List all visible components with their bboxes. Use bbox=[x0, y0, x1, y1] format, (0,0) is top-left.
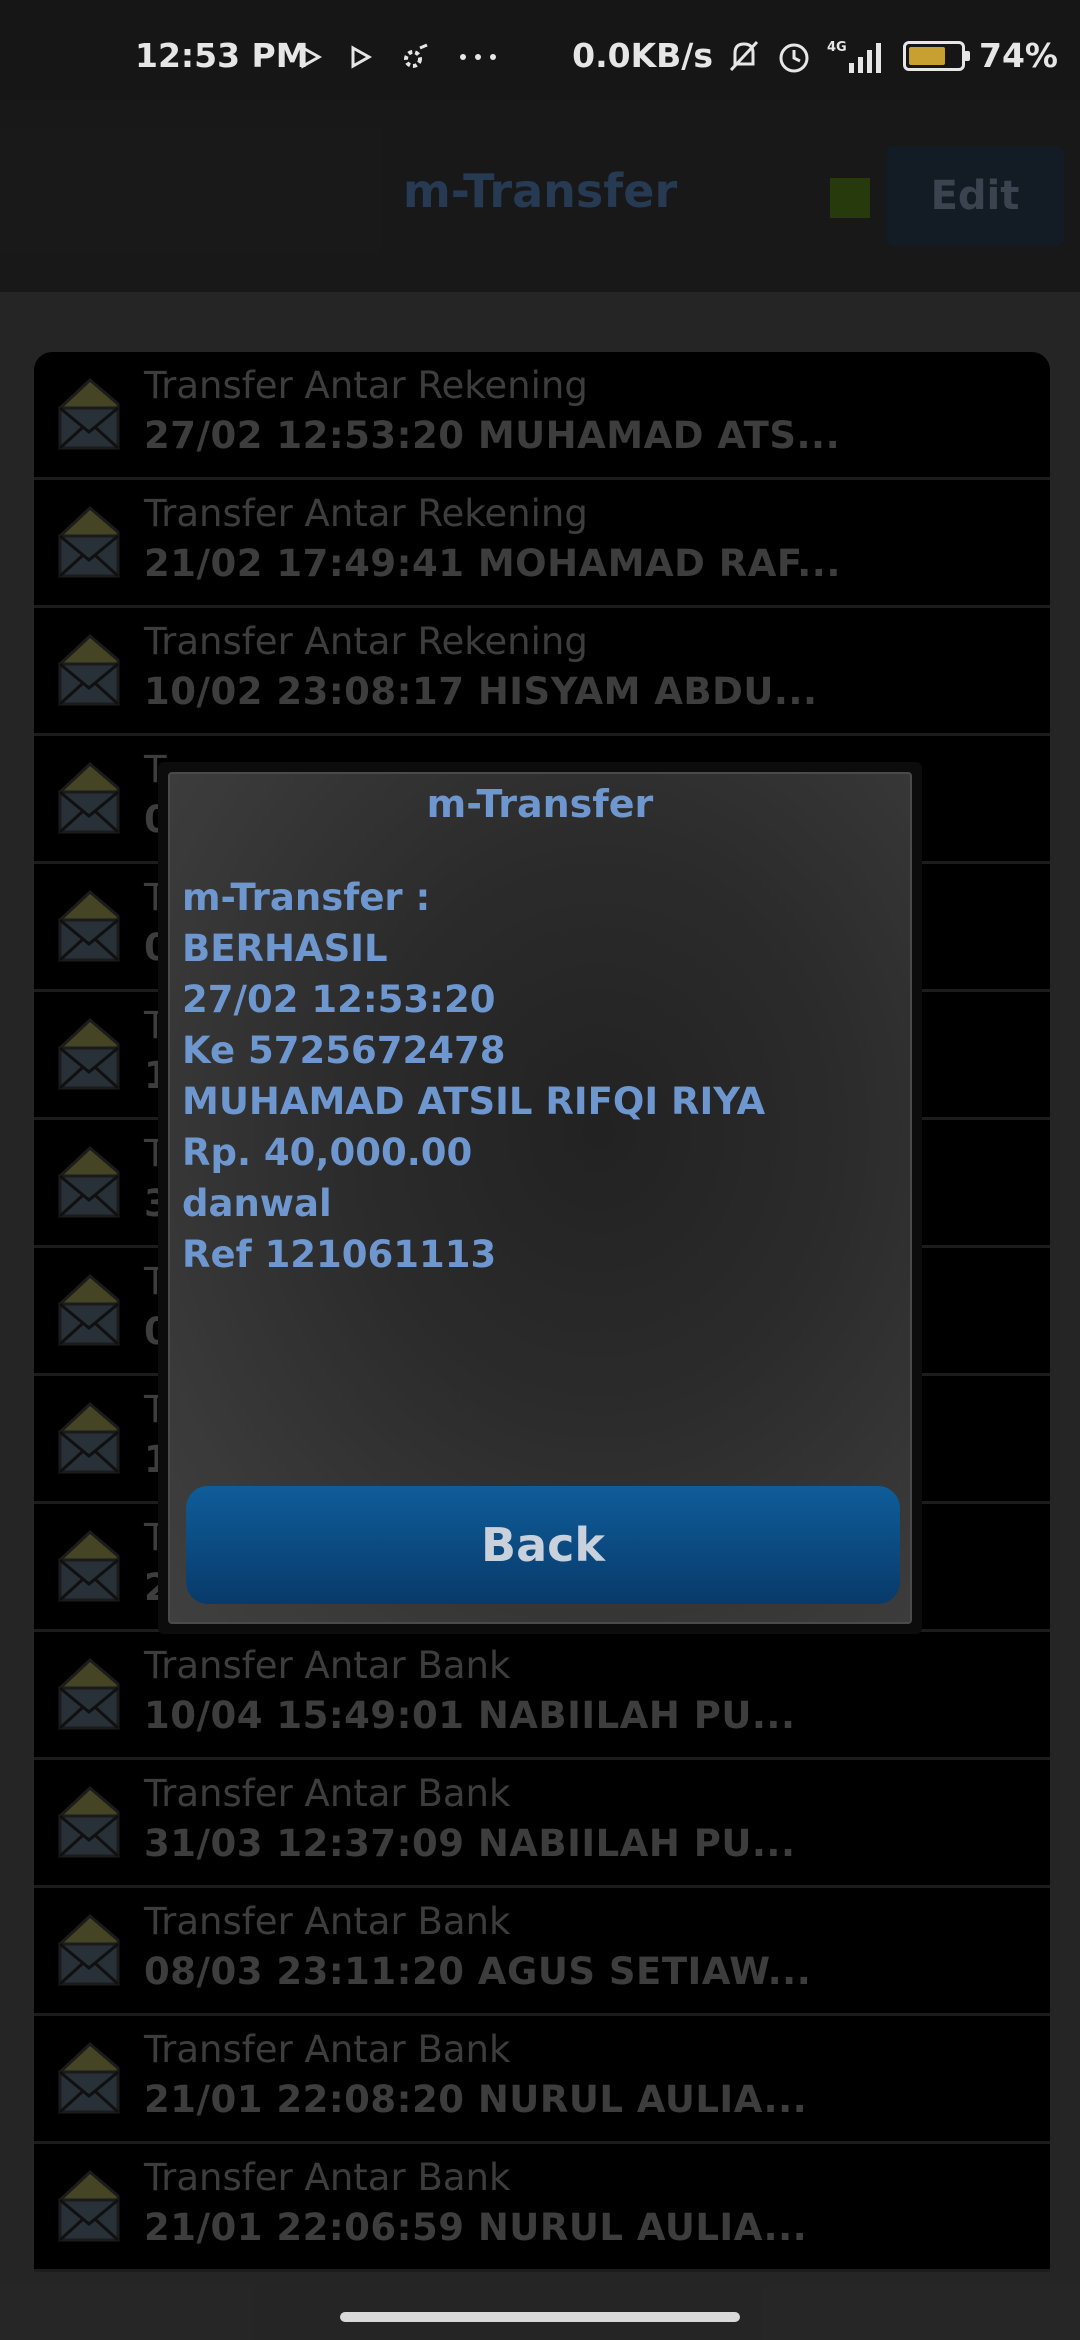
message-line: MUHAMAD ATSIL RIFQI RIYA bbox=[182, 1080, 766, 1123]
play-icon bbox=[301, 45, 322, 69]
dialog-message: m-Transfer : BERHASIL 27/02 12:53:20 Ke … bbox=[182, 872, 765, 1280]
home-indicator[interactable] bbox=[340, 2312, 740, 2322]
message-line: Ref 121061113 bbox=[182, 1233, 497, 1276]
more-dots-icon bbox=[460, 54, 496, 60]
play-icon bbox=[351, 45, 372, 69]
message-line: 27/02 12:53:20 bbox=[182, 978, 496, 1021]
notification-icons bbox=[300, 42, 498, 72]
settings-icon bbox=[404, 43, 428, 68]
status-right: 0.0KB/s 4G 74% bbox=[572, 36, 1058, 75]
dialog-title: m-Transfer bbox=[426, 782, 654, 826]
app-root: 12:53 PM 0.0KB/s 4G 74% m-Transfer Edit … bbox=[0, 0, 1080, 2340]
dialog-panel: m-Transfer m-Transfer : BERHASIL 27/02 1… bbox=[168, 772, 912, 1624]
alarm-icon bbox=[779, 43, 809, 72]
signal-icon: 4G bbox=[827, 40, 881, 73]
mute-bell-icon bbox=[729, 40, 759, 71]
net-speed: 0.0KB/s bbox=[572, 36, 713, 75]
battery-icon bbox=[903, 40, 970, 71]
message-line: BERHASIL bbox=[182, 927, 388, 970]
status-time: 12:53 PM bbox=[135, 36, 309, 75]
network-type: 4G bbox=[827, 40, 847, 55]
result-dialog: m-Transfer m-Transfer : BERHASIL 27/02 1… bbox=[158, 762, 922, 1634]
message-line: danwal bbox=[182, 1182, 332, 1225]
message-line: Rp. 40,000.00 bbox=[182, 1131, 473, 1174]
battery-percent: 74% bbox=[979, 36, 1058, 75]
back-button[interactable]: Back bbox=[186, 1486, 900, 1604]
message-line: Ke 5725672478 bbox=[182, 1029, 506, 1072]
message-line: m-Transfer : bbox=[182, 876, 431, 919]
status-bar: 12:53 PM 0.0KB/s 4G 74% bbox=[0, 0, 1080, 100]
